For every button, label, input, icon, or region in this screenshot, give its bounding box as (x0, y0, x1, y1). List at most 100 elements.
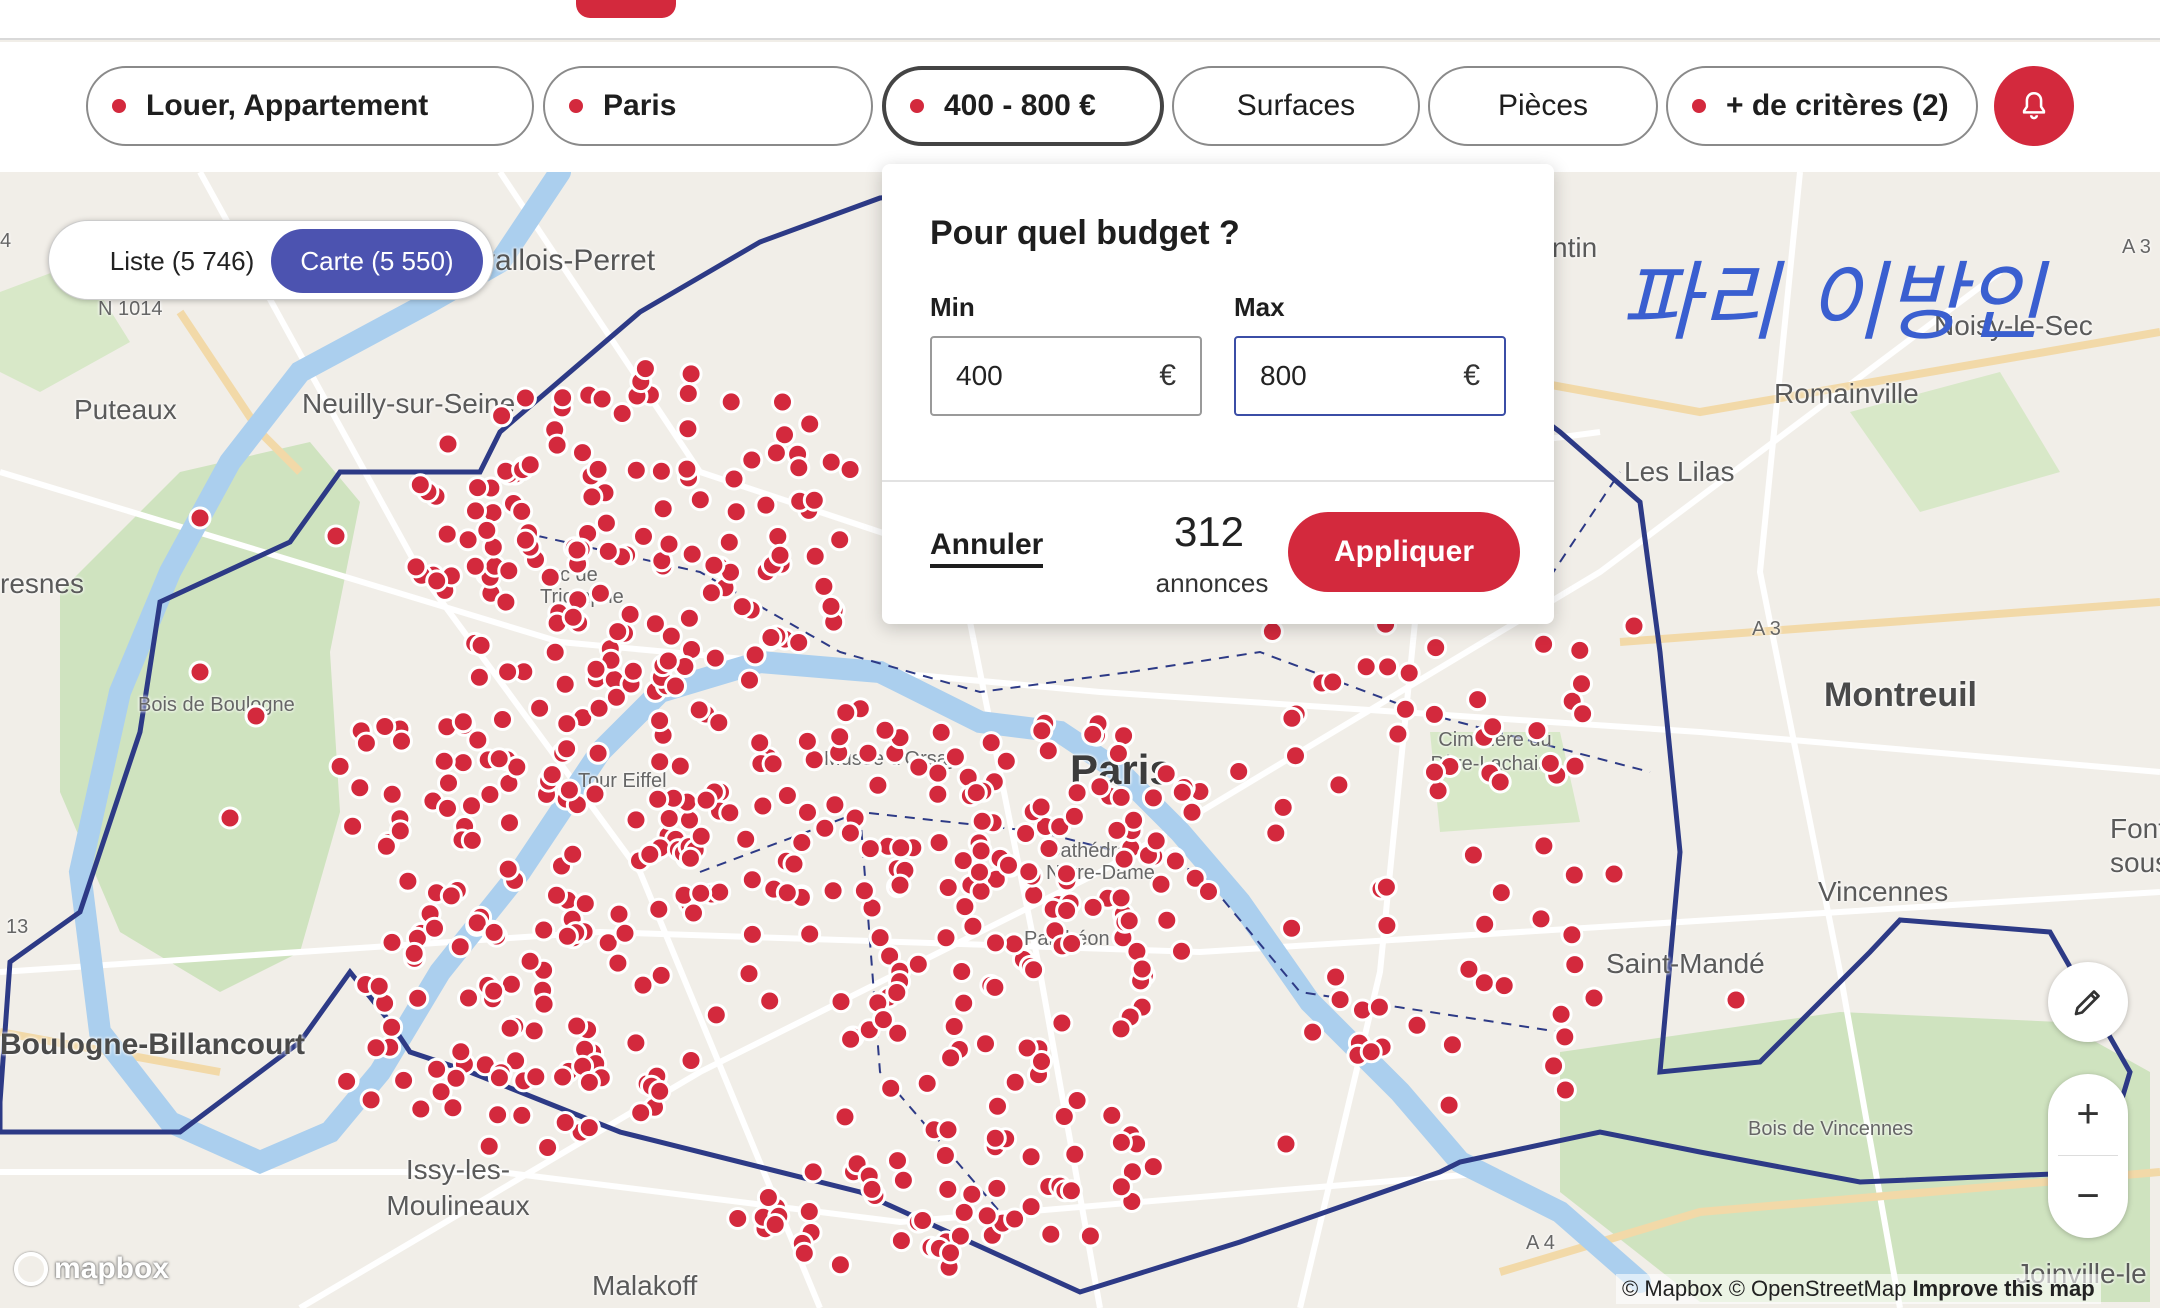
listing-marker[interactable] (380, 1015, 404, 1039)
listing-marker[interactable] (1170, 939, 1193, 963)
listing-marker[interactable] (596, 539, 620, 563)
max-budget-input[interactable] (1260, 360, 1440, 392)
listing-marker[interactable] (496, 857, 520, 881)
listing-marker[interactable] (964, 781, 988, 805)
listing-marker[interactable] (1271, 795, 1295, 819)
listing-marker[interactable] (1473, 912, 1497, 936)
listing-marker[interactable] (648, 750, 672, 774)
listing-marker[interactable] (694, 788, 718, 812)
listing-marker[interactable] (408, 473, 432, 497)
listing-marker[interactable] (979, 731, 1003, 755)
listing-marker[interactable] (740, 922, 764, 946)
listing-marker[interactable] (1374, 875, 1398, 899)
listing-marker[interactable] (1466, 688, 1490, 712)
listing-marker[interactable] (618, 602, 642, 626)
listing-marker[interactable] (907, 755, 931, 779)
listing-marker[interactable] (380, 930, 404, 954)
listing-marker[interactable] (1141, 1155, 1165, 1179)
listing-marker[interactable] (915, 1071, 939, 1095)
listing-marker[interactable] (629, 1101, 653, 1125)
listing-marker[interactable] (829, 990, 853, 1014)
listing-marker[interactable] (466, 476, 490, 500)
listing-marker[interactable] (354, 731, 378, 755)
listing-marker[interactable] (1014, 822, 1038, 845)
listing-marker[interactable] (1078, 1224, 1102, 1248)
listing-marker[interactable] (738, 668, 761, 692)
listing-marker[interactable] (682, 901, 705, 925)
listing-marker[interactable] (1525, 719, 1549, 743)
listing-marker[interactable] (802, 488, 826, 512)
listing-marker[interactable] (588, 581, 612, 605)
listing-marker[interactable] (367, 974, 391, 998)
listing-marker[interactable] (906, 952, 930, 976)
listing-marker[interactable] (1280, 916, 1304, 940)
listing-marker[interactable] (1532, 632, 1556, 656)
listing-marker[interactable] (466, 728, 490, 752)
listing-marker[interactable] (668, 754, 692, 778)
mapbox-logo[interactable]: mapbox (14, 1252, 169, 1286)
min-budget-field[interactable]: € (930, 336, 1202, 416)
listing-marker[interactable] (679, 362, 703, 386)
attribution-osm-link[interactable]: © OpenStreetMap (1729, 1276, 1907, 1301)
listing-marker[interactable] (1180, 800, 1204, 824)
listing-marker[interactable] (801, 1160, 825, 1184)
listing-marker[interactable] (1563, 953, 1587, 977)
listing-marker[interactable] (970, 809, 994, 833)
listing-marker[interactable] (950, 960, 974, 983)
listing-marker[interactable] (734, 827, 758, 851)
listing-marker[interactable] (532, 918, 556, 942)
listing-marker[interactable] (587, 696, 611, 720)
listing-marker[interactable] (677, 606, 701, 630)
listing-marker[interactable] (823, 793, 847, 817)
listing-marker[interactable] (796, 800, 819, 824)
listing-marker[interactable] (678, 846, 702, 870)
listing-marker[interactable] (1088, 775, 1112, 799)
listing-marker[interactable] (1301, 1020, 1325, 1044)
listing-marker[interactable] (577, 1070, 601, 1094)
listing-marker[interactable] (324, 524, 348, 548)
listing-marker[interactable] (1197, 880, 1220, 903)
listing-marker[interactable] (451, 710, 475, 734)
listing-marker[interactable] (1055, 899, 1079, 922)
listing-marker[interactable] (532, 992, 556, 1016)
attribution-mapbox-link[interactable]: © Mapbox (1622, 1276, 1723, 1301)
listing-marker[interactable] (1327, 773, 1351, 797)
listing-marker[interactable] (797, 1200, 821, 1223)
listing-marker[interactable] (624, 458, 648, 482)
listing-marker[interactable] (795, 729, 819, 753)
zoom-out-button[interactable]: − (2048, 1156, 2128, 1236)
listing-marker[interactable] (551, 1065, 575, 1089)
listing-marker[interactable] (821, 879, 845, 903)
listing-marker[interactable] (1359, 1040, 1383, 1064)
listing-marker[interactable] (586, 741, 610, 765)
listing-marker[interactable] (553, 672, 577, 696)
listing-marker[interactable] (790, 831, 814, 854)
filter-property-type[interactable]: Louer, Appartement (86, 66, 534, 146)
listing-marker[interactable] (838, 458, 862, 481)
listing-marker[interactable] (911, 1209, 935, 1232)
listing-marker[interactable] (423, 916, 446, 940)
filter-more-criteria[interactable]: + de critères (2) (1666, 66, 1978, 146)
listing-marker[interactable] (702, 553, 726, 577)
listing-marker[interactable] (460, 794, 483, 818)
listing-marker[interactable] (457, 986, 480, 1010)
listing-marker[interactable] (787, 631, 811, 654)
listing-marker[interactable] (1081, 722, 1105, 746)
listing-marker[interactable] (707, 711, 731, 735)
listing-marker[interactable] (1321, 670, 1345, 694)
listing-marker[interactable] (936, 1177, 960, 1201)
listing-marker[interactable] (879, 1076, 903, 1100)
listing-marker[interactable] (482, 979, 506, 1003)
listing-marker[interactable] (803, 544, 827, 568)
listing-marker[interactable] (871, 1008, 895, 1032)
listing-marker[interactable] (792, 1241, 816, 1265)
listing-marker[interactable] (1062, 804, 1086, 828)
listing-marker[interactable] (436, 432, 460, 456)
listing-marker[interactable] (1571, 702, 1595, 726)
listing-marker[interactable] (632, 524, 655, 548)
listing-marker[interactable] (510, 1103, 534, 1127)
listing-marker[interactable] (828, 725, 852, 749)
listing-marker[interactable] (718, 801, 742, 825)
draw-area-button[interactable] (2048, 962, 2128, 1042)
listing-marker[interactable] (676, 382, 700, 405)
